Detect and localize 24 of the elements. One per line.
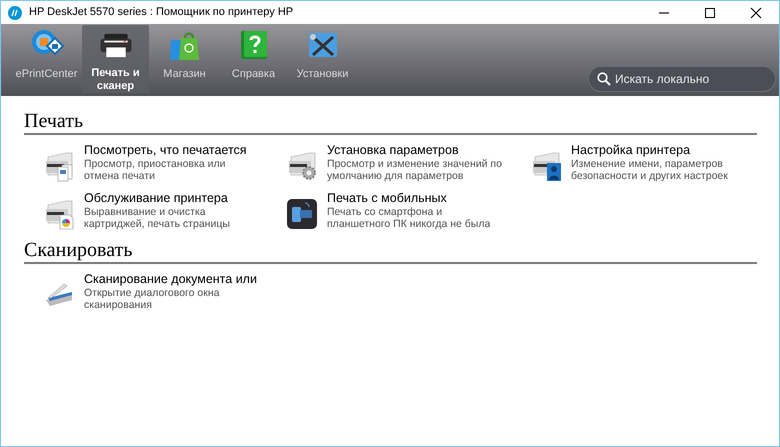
action-description: Выравнивание и очистка картриджей, печать страницы (84, 206, 231, 230)
action-link[interactable]: Печать с мобильных (327, 191, 505, 206)
toolbar-tab[interactable]: Печать и сканер (82, 25, 149, 93)
action-link[interactable]: Настройка принтера (571, 143, 749, 158)
section-heading: Сканировать (24, 239, 134, 261)
action-link[interactable]: Установка параметров (327, 143, 505, 158)
app-logo-icon (8, 6, 22, 20)
section-heading: Печать (24, 110, 84, 132)
toolbar-tab[interactable]: Установки (289, 25, 356, 93)
action-link[interactable]: Посмотреть, что печатается (84, 143, 262, 158)
search-icon (597, 72, 611, 86)
toolbar-tab[interactable]: ePrintCenter (13, 25, 80, 93)
action-description: Изменение имени, параметров безопасности и других настроек (571, 158, 729, 182)
action-link[interactable]: Сканирование документа или (84, 272, 262, 287)
action-description: Просмотр, приостановка или отмена печати (84, 158, 226, 182)
search-field[interactable]: Искать локально (588, 66, 776, 92)
window-title: HP DeskJet 5570 series : Помощник по принтеру HP (29, 5, 294, 20)
action-description: Просмотр и изменение значений по умолчанию для параметров (327, 158, 503, 182)
action-description: Печать со смартфона и планшетного ПК никогда не была (327, 206, 492, 230)
toolbar-tab[interactable]: Магазин (151, 25, 218, 93)
mobile-icon[interactable] (285, 197, 319, 231)
toolbar-tab[interactable]: Справка (220, 25, 287, 93)
action-link[interactable]: Обслуживание принтера (84, 191, 262, 206)
action-description: Открытие диалогового окна сканирования (84, 287, 220, 311)
